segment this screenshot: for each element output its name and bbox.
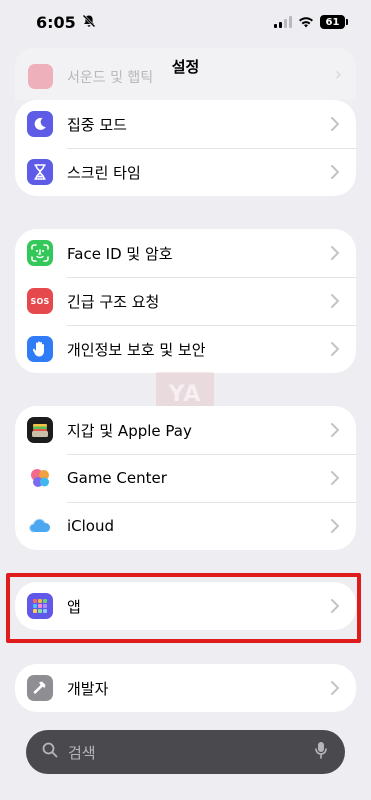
settings-row-label: 개인정보 보호 및 보안 [67, 340, 206, 359]
settings-row-label: Game Center [67, 469, 167, 487]
settings-row-label: 개발자 [67, 679, 109, 698]
chevron-right-icon [330, 245, 340, 261]
cloud-icon [27, 513, 53, 539]
watermark-text: YA [168, 381, 202, 407]
settings-row-faceid[interactable]: Face ID 및 암호 [15, 229, 356, 277]
chevron-right-icon [330, 470, 340, 486]
status-left: 6:05 [36, 13, 96, 32]
microphone-icon[interactable] [315, 741, 327, 763]
settings-row-label: 앱 [67, 597, 81, 616]
status-time: 6:05 [36, 12, 76, 32]
battery-indicator: 61 [320, 15, 348, 29]
chevron-right-icon [330, 293, 340, 309]
settings-row-screentime[interactable]: 스크린 타임 [15, 148, 356, 196]
apps-grid-icon [27, 593, 53, 619]
settings-row-emergency-sos[interactable]: SOS 긴급 구조 요청 [15, 277, 356, 325]
settings-row-apps[interactable]: 앱 [15, 582, 356, 630]
hourglass-icon [27, 159, 53, 185]
wifi-icon [298, 13, 314, 32]
settings-row-label: Face ID 및 암호 [67, 244, 173, 263]
battery-level: 61 [325, 16, 340, 28]
settings-row-developer[interactable]: 개발자 [15, 664, 356, 712]
search-icon [42, 742, 58, 762]
settings-group-security: Face ID 및 암호 SOS 긴급 구조 요청 개인정보 보호 및 보안 [15, 229, 356, 373]
settings-row-label: iCloud [67, 517, 115, 535]
settings-row-focus[interactable]: 집중 모드 [15, 100, 356, 148]
mute-bell-icon [82, 13, 96, 32]
settings-row-wallet[interactable]: 지갑 및 Apple Pay [15, 406, 356, 454]
settings-group-focus: 집중 모드 스크린 타임 [15, 100, 356, 196]
game-center-icon [27, 465, 53, 491]
chevron-right-icon [330, 598, 340, 614]
settings-row-label: 긴급 구조 요청 [67, 292, 160, 311]
settings-row-privacy[interactable]: 개인정보 보호 및 보안 [15, 325, 356, 373]
hand-icon [27, 336, 53, 362]
settings-row-label: 스크린 타임 [67, 163, 141, 182]
chevron-right-icon [330, 341, 340, 357]
sos-icon: SOS [27, 288, 53, 314]
chevron-right-icon [330, 680, 340, 696]
chevron-right-icon [330, 116, 340, 132]
page-title: 설정 [171, 58, 200, 76]
hammer-icon [27, 675, 53, 701]
settings-row-label: 지갑 및 Apple Pay [67, 421, 192, 440]
signal-icon [274, 16, 292, 28]
chevron-right-icon [330, 422, 340, 438]
status-right: 61 [274, 13, 348, 32]
wallet-icon [27, 417, 53, 443]
settings-row-icloud[interactable]: iCloud [15, 502, 356, 550]
settings-row-gamecenter[interactable]: Game Center [15, 454, 356, 502]
search-bar[interactable]: 검색 [26, 730, 345, 774]
settings-row-label: 집중 모드 [67, 115, 127, 134]
settings-group-apps: 앱 [15, 582, 356, 630]
status-bar: 6:05 61 [0, 0, 371, 44]
moon-icon [27, 111, 53, 137]
settings-group-services: 지갑 및 Apple Pay Game Center iCloud [15, 406, 356, 550]
chevron-right-icon [330, 518, 340, 534]
settings-group-developer: 개발자 [15, 664, 356, 712]
sos-icon-text: SOS [30, 296, 50, 306]
faceid-icon [27, 240, 53, 266]
search-input[interactable]: 검색 [68, 742, 315, 763]
chevron-right-icon [330, 164, 340, 180]
